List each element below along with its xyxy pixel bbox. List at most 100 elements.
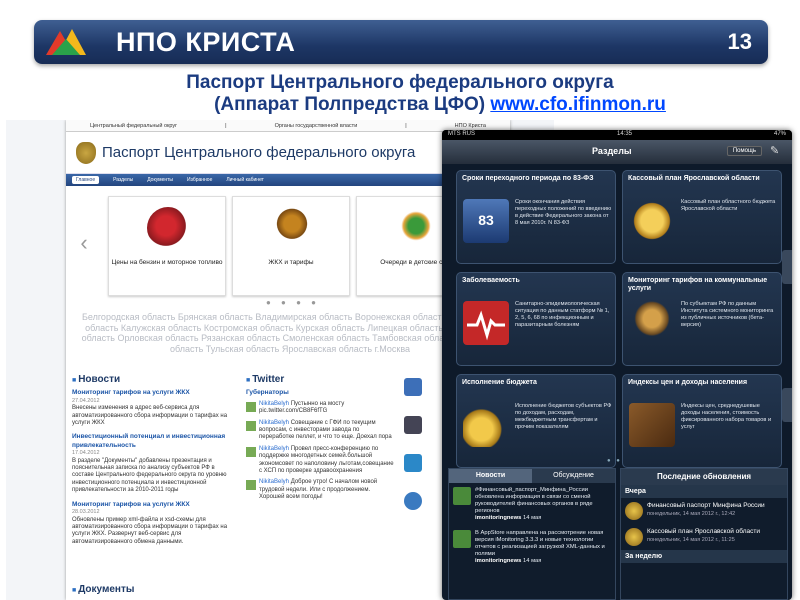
sections-grid: Сроки переходного периода по 83-ФЗ 83 Ср… [456, 170, 782, 468]
heartbeat-icon [463, 301, 509, 345]
avatar [246, 420, 256, 431]
nav-title: Разделы [592, 146, 632, 156]
tile-description: По субъектам РФ по данным Института сист… [681, 301, 774, 328]
topnav-separator: | [225, 122, 227, 129]
tile-title: Заболеваемость [462, 277, 520, 284]
database-icon[interactable] [404, 492, 422, 510]
news-item[interactable]: Инвестиционный потенциал и инвестиционна… [72, 433, 234, 494]
coat-of-arms-icon [76, 141, 96, 164]
tile-title: Индексы цен и доходы населения [628, 379, 748, 386]
menu-item-account[interactable]: Личный кабинет [226, 177, 264, 183]
news-item[interactable]: Мониторинг тарифов на услуги ЖКХ 27.04.20… [72, 389, 234, 427]
app-navbar: Разделы Помощь ✎ [442, 140, 792, 164]
card-label: Цены на бензин и моторное топливо [111, 259, 223, 266]
settings-wrench-icon[interactable]: ✎ [770, 144, 784, 158]
carousel-dots[interactable]: ● ● ● ● [266, 298, 320, 307]
carousel: Цены на бензин и моторное топливо ЖКХ и … [72, 196, 504, 304]
topnav-item[interactable]: Центральный федеральный округ [90, 123, 177, 129]
documents-section: Документы [72, 584, 232, 599]
ipad-app-screenshot: MTS RUS 14:35 47% Разделы Помощь ✎ Сроки… [442, 130, 792, 600]
help-button[interactable]: Помощь [726, 146, 762, 156]
segment-news[interactable]: Новости [449, 469, 532, 483]
avatar [246, 401, 256, 412]
slide-subtitle: (Аппарат Полпредства ЦФО) www.cfo.ifinmo… [214, 94, 666, 115]
chart-icon [453, 487, 471, 505]
news-item[interactable]: В AppStore направлена на рассмотрение но… [449, 526, 615, 569]
tile-cash-plan[interactable]: Кассовый план Ярославской области Кассов… [622, 170, 782, 264]
news-panel: Новости Обсуждение #Финансовый_паспорт_М… [448, 468, 616, 600]
news-item[interactable]: #Финансовый_паспорт_Минфина_России обнов… [449, 483, 615, 526]
tile-price-indices[interactable]: Индексы цен и доходы населения Индексы ц… [622, 374, 782, 468]
tweet[interactable]: NikitaBelyh Провел пресс-конференцию по … [246, 446, 396, 476]
topnav-separator: | [405, 122, 407, 129]
updates-group-week: За неделю [621, 550, 787, 563]
wallet-icon [629, 403, 675, 447]
menu-item-documents[interactable]: Документы [147, 177, 173, 183]
avatar [246, 480, 256, 491]
tile-morbidity[interactable]: Заболеваемость Санитарно-эпидемиологичес… [456, 272, 616, 366]
twitter-heading: Twitter [246, 374, 396, 385]
card-fuel-prices[interactable]: Цены на бензин и моторное топливо [108, 196, 226, 296]
twitter-subheading: Губернаторы [246, 389, 289, 397]
news-heading: Новости [72, 374, 234, 385]
side-icons [404, 378, 428, 530]
tile-description: Санитарно-эпидемиологическая ситуация по… [515, 301, 610, 328]
topnav-item[interactable]: НПО Криста [455, 123, 486, 129]
site-title: Паспорт Центрального федерального округа [102, 144, 416, 161]
segment-discussion[interactable]: Обсуждение [532, 469, 615, 483]
tile-description: Кассовый план областного бюджета Ярослав… [681, 199, 776, 212]
updates-heading: Последние обновления [621, 469, 787, 485]
tile-budget-execution[interactable]: Исполнение бюджета Исполнение бюджетов с… [456, 374, 616, 468]
topnav-item[interactable]: Органы государственной власти [275, 123, 358, 129]
regions-text: Белгородская область Брянская область Вл… [81, 312, 499, 354]
bottom-panels: Новости Обсуждение #Финансовый_паспорт_М… [448, 468, 788, 600]
twitter-column: Twitter Губернаторы NikitaBelyh Пустынно… [246, 374, 396, 506]
brand-name: НПО КРИСТА [116, 27, 296, 57]
tweet[interactable]: NikitaBelyh Совещание с ГФИ по текущим в… [246, 420, 396, 442]
tile-description: Индексы цен, среднедушевые доходы населе… [681, 403, 772, 430]
header-banner: НПО КРИСТА 13 [34, 20, 768, 64]
tile-83fz[interactable]: Сроки переходного периода по 83-ФЗ 83 Ср… [456, 170, 616, 264]
update-item[interactable]: Финансовый паспорт Минфина России понедел… [621, 498, 787, 524]
news-column: Новости Мониторинг тарифов на услуги ЖКХ… [72, 374, 234, 552]
gold-coin-icon [629, 199, 675, 243]
faucet-icon [629, 301, 675, 345]
card-housing[interactable]: ЖКХ и тарифы [232, 196, 350, 296]
tile-description: Сроки окончания действия переходных поло… [515, 199, 612, 226]
updates-group-yesterday: Вчера [621, 485, 787, 498]
tile-description: Исполнение бюджетов субъектов РФ по дохо… [515, 403, 612, 430]
news-item[interactable]: Мониторинг тарифов на услуги ЖКХ 28.03.20… [72, 501, 234, 546]
carrier: MTS RUS [448, 131, 475, 137]
chart-icon[interactable] [404, 454, 422, 472]
site-link[interactable]: www.cfo.ifinmon.ru [490, 94, 666, 115]
tweet[interactable]: NikitaBelyh Пустынно на мосту pic.twitte… [246, 401, 396, 416]
clock: 14:35 [616, 131, 632, 137]
menu-item-favorites[interactable]: Избранное [187, 177, 212, 183]
calculator-icon[interactable] [404, 416, 422, 434]
tile-title: Кассовый план Ярославской области [628, 175, 760, 182]
status-bar: MTS RUS 14:35 47% [442, 130, 792, 140]
gold-coin-icon [625, 502, 643, 520]
children-icon [395, 207, 437, 249]
slide-title: Паспорт Центрального федерального округа [186, 72, 614, 93]
page-dots[interactable]: ● ● [607, 458, 622, 464]
tile-utility-tariffs[interactable]: Мониторинг тарифов на коммунальные услуг… [622, 272, 782, 366]
slide-number: 13 [727, 29, 752, 54]
menu-item-main[interactable]: Главное [72, 176, 100, 184]
russia-map-icon[interactable] [404, 378, 422, 396]
update-item[interactable]: Кассовый план Ярославской области понедел… [621, 524, 787, 550]
faucet-icon [271, 207, 313, 249]
documents-heading: Документы [72, 584, 232, 595]
battery: 47% [773, 131, 786, 137]
tile-title: Сроки переходного периода по 83-ФЗ [462, 175, 594, 182]
coins-stack-icon [463, 403, 509, 447]
tile-title: Исполнение бюджета [462, 379, 537, 386]
menu-item-sections[interactable]: Разделы [113, 177, 133, 183]
card-label: Очереди в детские сад [380, 259, 450, 266]
tweet[interactable]: NikitaBelyh Доброе утро! С началом новой… [246, 479, 396, 501]
updates-panel: Последние обновления Вчера Финансовый па… [620, 468, 788, 600]
slide: НПО КРИСТА 13 Паспорт Центрального федер… [0, 0, 800, 600]
side-pull-tab[interactable] [782, 388, 792, 422]
tile-title: Мониторинг тарифов на коммунальные услуг… [628, 277, 768, 292]
side-pull-tab[interactable] [782, 250, 792, 284]
